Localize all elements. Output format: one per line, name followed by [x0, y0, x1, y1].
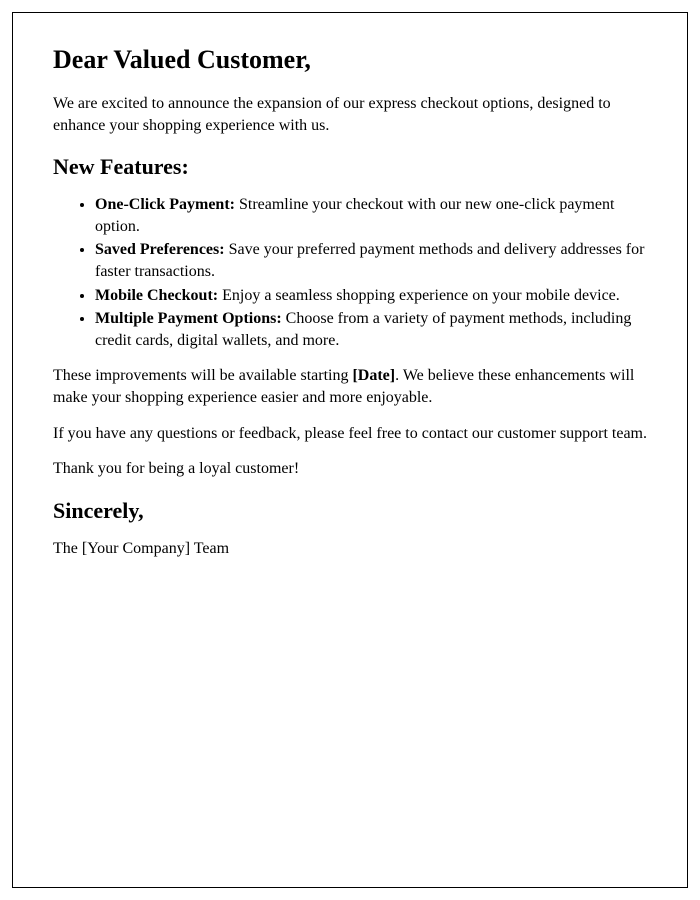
list-item: One-Click Payment: Streamline your check… — [95, 194, 647, 237]
list-item: Mobile Checkout: Enjoy a seamless shoppi… — [95, 285, 647, 307]
availability-pre: These improvements will be available sta… — [53, 367, 352, 384]
availability-date: [Date] — [352, 367, 395, 384]
thanks-paragraph: Thank you for being a loyal customer! — [53, 458, 647, 480]
features-list: One-Click Payment: Streamline your check… — [95, 194, 647, 351]
feature-title: Saved Preferences: — [95, 241, 225, 258]
list-item: Multiple Payment Options: Choose from a … — [95, 308, 647, 351]
availability-paragraph: These improvements will be available sta… — [53, 365, 647, 408]
letter-page: Dear Valued Customer, We are excited to … — [12, 12, 688, 888]
signoff-heading: Sincerely, — [53, 498, 647, 524]
features-heading: New Features: — [53, 154, 647, 180]
feature-title: Mobile Checkout: — [95, 287, 218, 304]
team-signature: The [Your Company] Team — [53, 538, 647, 560]
greeting-heading: Dear Valued Customer, — [53, 45, 647, 75]
feature-title: Multiple Payment Options: — [95, 310, 282, 327]
feedback-paragraph: If you have any questions or feedback, p… — [53, 423, 647, 445]
list-item: Saved Preferences: Save your preferred p… — [95, 239, 647, 282]
feature-title: One-Click Payment: — [95, 196, 235, 213]
intro-paragraph: We are excited to announce the expansion… — [53, 93, 647, 136]
feature-desc: Enjoy a seamless shopping experience on … — [218, 287, 620, 304]
